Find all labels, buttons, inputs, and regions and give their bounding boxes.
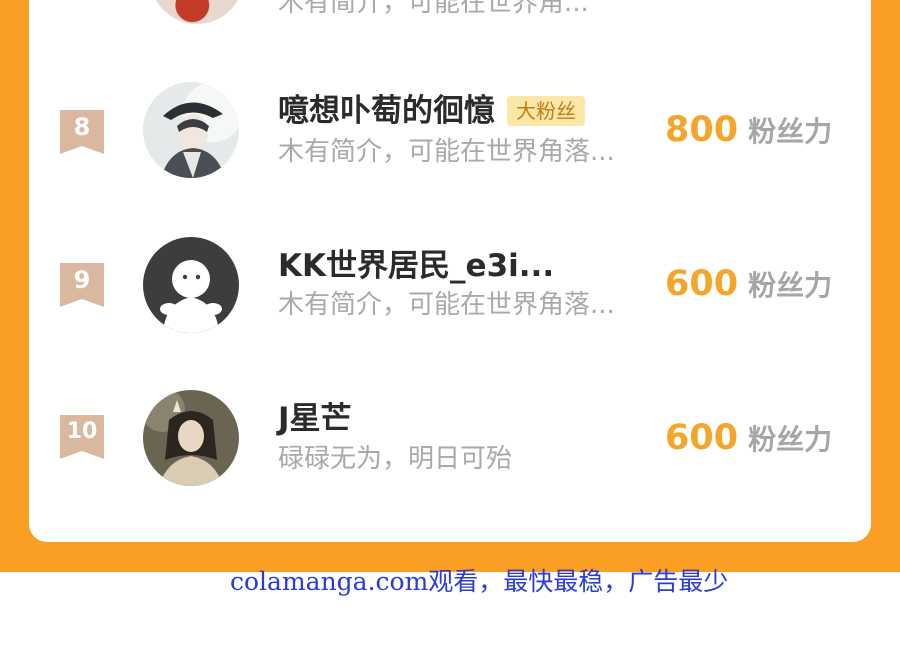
fan-power-value: 600 — [665, 264, 739, 304]
user-bio: 碌碌无为，明日可殆 — [278, 444, 513, 474]
rank-badge: 10 — [60, 415, 104, 459]
avatar[interactable] — [143, 82, 239, 178]
ad-link[interactable]: colamanga.com观看，最快最稳，广告最少 — [230, 562, 728, 598]
fan-power: 600 粉丝力 — [665, 418, 832, 460]
list-item[interactable]: 10 J星芒 碌碌无为，明日可殆 600 粉丝力 — [0, 390, 900, 490]
list-item[interactable]: 9 KK世界居民_e3i... 木有简介，可能在世界角落... 600 粉丝力 — [0, 237, 900, 337]
fan-power-unit: 粉丝力 — [748, 423, 833, 456]
user-bio: 木有简介，可能在世界角落... — [278, 137, 615, 167]
rank-badge: 8 — [60, 110, 104, 154]
fan-power-value: 600 — [665, 418, 739, 458]
rank-badge: 9 — [60, 263, 104, 307]
avatar[interactable] — [143, 237, 239, 333]
rank-number: 8 — [73, 113, 91, 141]
user-name: 噫想卟萄的徊憶 — [278, 93, 495, 129]
user-bio: 木有简介，可能在世界角... — [278, 0, 589, 18]
list-item[interactable]: 8 噫想卟萄的徊憶 大粉丝 木有简介，可能在世界角落... 800 粉丝力 — [0, 82, 900, 182]
user-bio: 木有简介，可能在世界角落... — [278, 290, 615, 320]
fan-power-unit: 粉丝力 — [748, 269, 833, 302]
anime-character-avatar-icon — [143, 390, 239, 486]
fan-power-value: 800 — [665, 110, 739, 150]
fan-level-badge: 大粉丝 — [507, 96, 585, 126]
fan-power: 600 粉丝力 — [665, 264, 832, 306]
fan-power: 800 粉丝力 — [665, 110, 832, 152]
fan-power-unit: 粉丝力 — [748, 115, 833, 148]
anime-character-avatar-icon — [143, 82, 239, 178]
user-name: J星芒 — [278, 401, 352, 437]
avatar[interactable] — [143, 390, 239, 486]
user-name: KK世界居民_e3i... — [278, 248, 555, 284]
rank-number: 10 — [66, 419, 98, 444]
rank-number: 9 — [73, 266, 91, 294]
default-user-avatar-icon — [143, 237, 239, 333]
